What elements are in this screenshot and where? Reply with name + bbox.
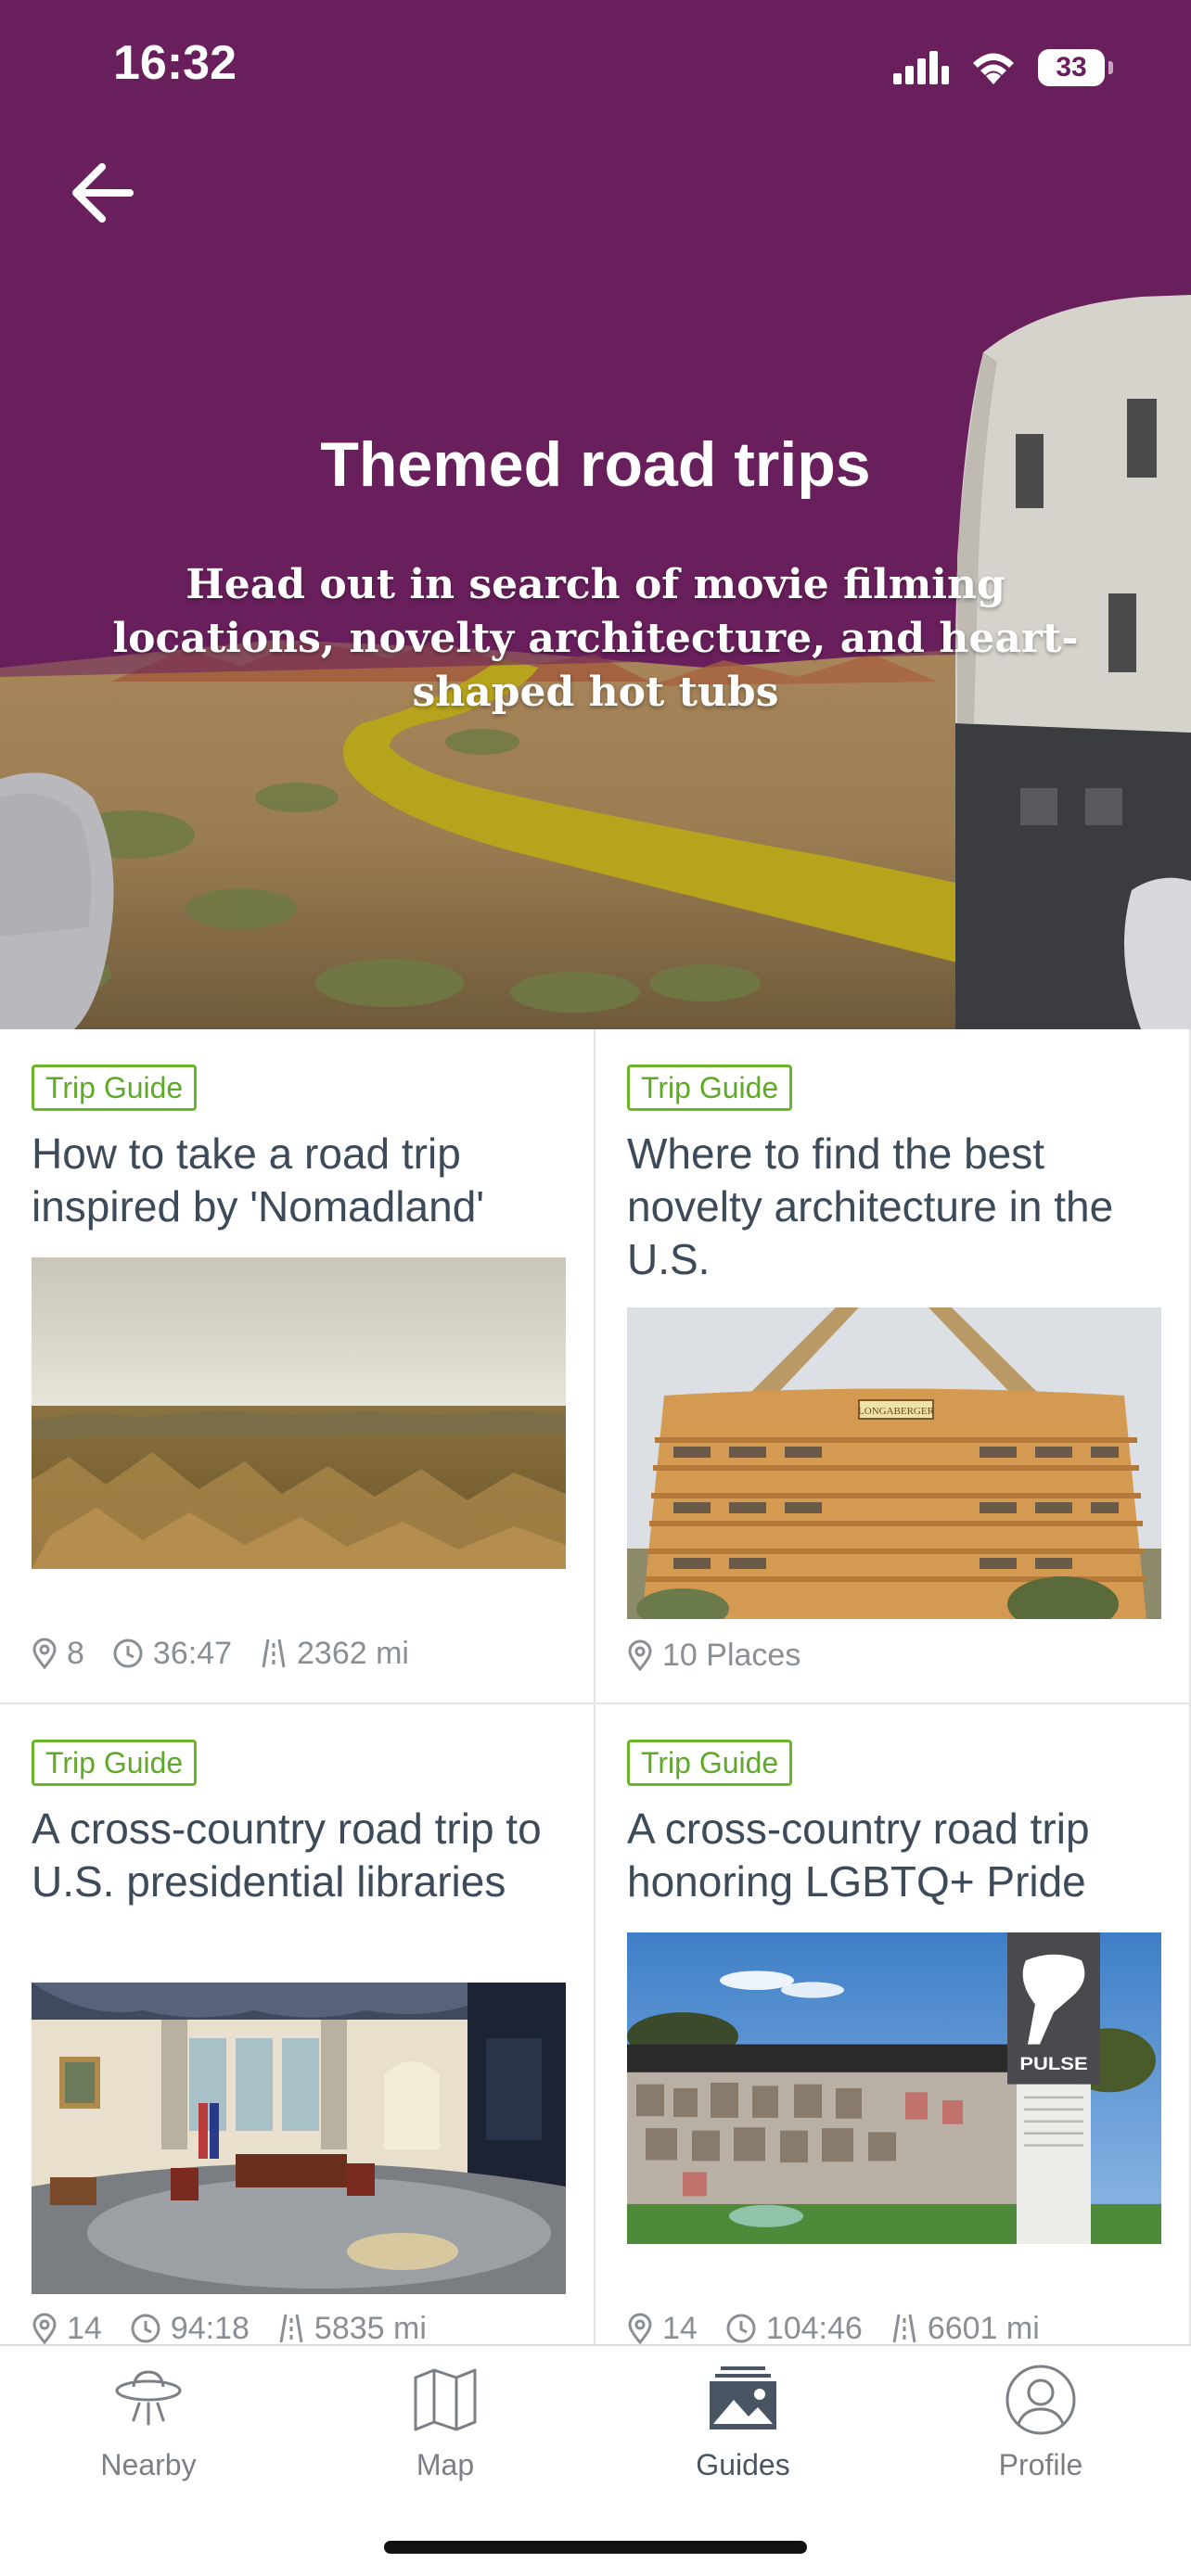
pulse-sign-text: PULSE [1019, 2055, 1087, 2074]
page-title: Themed road trips [320, 429, 871, 500]
back-arrow-icon[interactable] [65, 156, 148, 230]
duration: 36:47 [152, 1635, 233, 1671]
status-time: 16:32 [113, 36, 237, 90]
card-meta: 10 Places [627, 1635, 819, 1676]
card-meta: 14 104:46 6601 mi [627, 2308, 1058, 2344]
map-icon [414, 2368, 477, 2431]
distance: 6601 mi [927, 2310, 1040, 2345]
badlands-image[interactable] [32, 1257, 566, 1569]
places-count: 14 [662, 2310, 698, 2345]
battery-level: 33 [1056, 52, 1087, 83]
card-title[interactable]: A cross-country road trip honoring LGBTQ… [627, 1803, 1165, 1908]
tab-guides[interactable]: Guides [650, 2363, 836, 2502]
status-indicators: 33 [893, 45, 1113, 91]
clock-icon [113, 1639, 143, 1668]
trip-guide-tag: Trip Guide [627, 1740, 793, 1786]
tab-label: Profile [998, 2448, 1083, 2481]
clock-icon [726, 2314, 756, 2343]
guide-card[interactable]: Trip Guide Where to find the best novelt… [596, 1029, 1191, 1704]
places-label: 10 Places [662, 1637, 801, 1673]
hero-image [0, 0, 1191, 1029]
road-distance-icon [892, 2314, 916, 2343]
places-count: 8 [67, 1635, 84, 1671]
road-distance-icon [262, 1639, 286, 1668]
wifi-icon [973, 53, 1014, 84]
battery-icon: 33 [1038, 49, 1105, 86]
hero-banner: 16:32 33 Themed road trips Head out in s… [0, 0, 1191, 1029]
guide-card[interactable]: Trip Guide A cross-country road trip to … [0, 1704, 596, 2344]
pulse-memorial-image[interactable]: PULSE [627, 1932, 1161, 2244]
oval-office-image[interactable] [32, 1983, 566, 2294]
cellular-signal-icon [893, 51, 949, 84]
guide-card[interactable]: Trip Guide A cross-country road trip hon… [596, 1704, 1191, 2344]
duration: 104:46 [765, 2310, 863, 2345]
places-count: 14 [67, 2310, 102, 2345]
card-meta: 8 36:47 2362 mi [32, 1633, 428, 1674]
distance: 2362 mi [297, 1635, 409, 1671]
tab-profile[interactable]: Profile [948, 2363, 1133, 2502]
trip-guide-tag: Trip Guide [32, 1065, 198, 1111]
trip-guide-tag: Trip Guide [32, 1740, 198, 1786]
page-subtitle: Head out in search of movie filming loca… [112, 561, 1079, 716]
guides-icon [710, 2366, 776, 2429]
distance: 5835 mi [314, 2310, 427, 2345]
home-indicator[interactable] [384, 2541, 807, 2554]
card-title[interactable]: Where to find the best novelty architect… [627, 1128, 1165, 1286]
profile-icon [1005, 2365, 1076, 2435]
location-pin-icon [628, 2313, 652, 2344]
tab-label: Map [416, 2448, 475, 2481]
guide-card[interactable]: Trip Guide How to take a road trip inspi… [0, 1029, 596, 1704]
guides-grid: Trip Guide How to take a road trip inspi… [0, 1029, 1191, 2344]
battery-nub [1108, 61, 1113, 74]
card-title[interactable]: How to take a road trip inspired by 'Nom… [32, 1128, 570, 1233]
clock-icon [131, 2314, 160, 2343]
road-distance-icon [279, 2314, 303, 2343]
tab-map[interactable]: Map [352, 2363, 538, 2502]
duration: 94:18 [170, 2310, 250, 2345]
location-pin-icon [32, 1638, 57, 1669]
tab-label: Guides [696, 2448, 790, 2481]
trip-guide-tag: Trip Guide [627, 1065, 793, 1111]
location-pin-icon [32, 2313, 57, 2344]
tab-label: Nearby [100, 2448, 197, 2481]
ufo-icon [115, 2370, 182, 2426]
card-title[interactable]: A cross-country road trip to U.S. presid… [32, 1803, 570, 1908]
basket-building-image[interactable]: LONGABERGER [627, 1307, 1161, 1619]
card-meta: 14 94:18 5835 mi [32, 2308, 445, 2344]
basket-sign-text: LONGABERGER [858, 1406, 935, 1417]
tab-nearby[interactable]: Nearby [56, 2363, 241, 2502]
location-pin-icon [628, 1639, 652, 1671]
